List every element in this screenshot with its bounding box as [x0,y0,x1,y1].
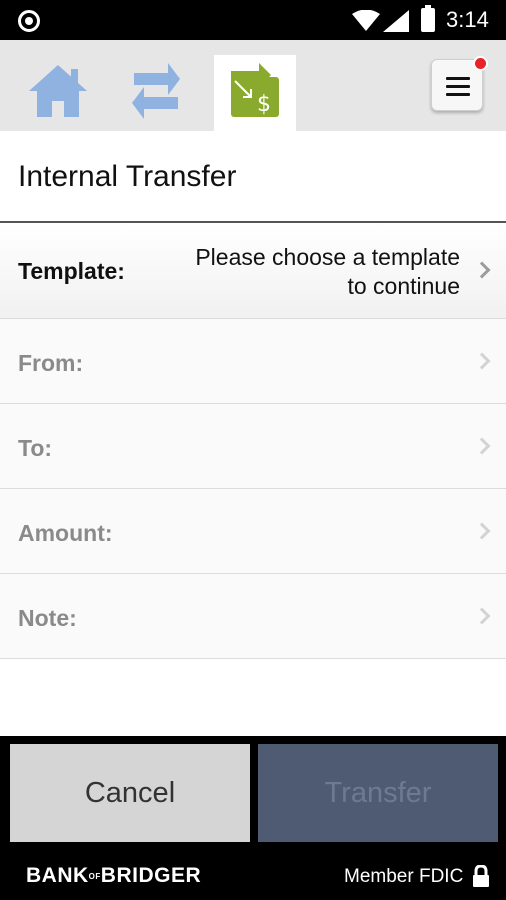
logo-text-bridger: BRIDGER [100,864,202,887]
signal-icon [383,10,409,32]
transfer-button[interactable]: Transfer [258,744,498,842]
template-value-line1: Please choose a template [195,244,460,270]
transfer-money-icon: $ [231,63,279,117]
bank-logo: BANKOFBRIDGER [26,864,201,888]
amount-label: Amount: [18,520,113,546]
nav-transfers-button[interactable] [115,55,197,131]
bottom-bar: Cancel Transfer BANKOFBRIDGER Member FDI… [0,736,506,900]
notification-icon [18,10,40,32]
logo-text-bank: BANK [26,864,89,887]
menu-button[interactable] [431,56,488,111]
note-label: Note: [18,605,77,631]
template-value-line2: to continue [347,273,460,299]
nav-home-button[interactable] [17,55,99,131]
swap-arrows-icon [132,63,180,119]
lock-icon [473,865,489,887]
logo-text-of: OF [88,871,101,881]
notification-dot [473,56,488,71]
battery-icon [421,5,435,32]
status-time: 3:14 [446,7,489,32]
page-title: Internal Transfer [18,160,237,193]
chevron-right-icon [473,261,491,279]
status-bar: 3:14 [0,0,506,40]
amount-row[interactable]: Amount: [0,489,506,574]
template-row[interactable]: Template: Please choose a template to co… [0,223,506,319]
wifi-icon [352,10,380,31]
member-fdic-label: Member FDIC [344,866,464,887]
chevron-right-icon [473,607,491,625]
cancel-button[interactable]: Cancel [10,744,250,842]
nav-toolbar: $ [0,40,506,131]
chevron-right-icon [473,522,491,540]
home-icon [29,65,87,117]
template-value: Please choose a template to continue [195,243,460,301]
hamburger-icon [446,77,470,101]
chevron-right-icon [473,437,491,455]
from-row[interactable]: From: [0,319,506,404]
to-row[interactable]: To: [0,404,506,489]
to-label: To: [18,435,53,461]
chevron-right-icon [473,352,491,370]
from-label: From: [18,350,84,376]
template-label: Template: [18,258,125,284]
nav-internal-transfer-button[interactable]: $ [214,55,296,131]
svg-text:$: $ [257,92,271,117]
note-row[interactable]: Note: [0,574,506,659]
